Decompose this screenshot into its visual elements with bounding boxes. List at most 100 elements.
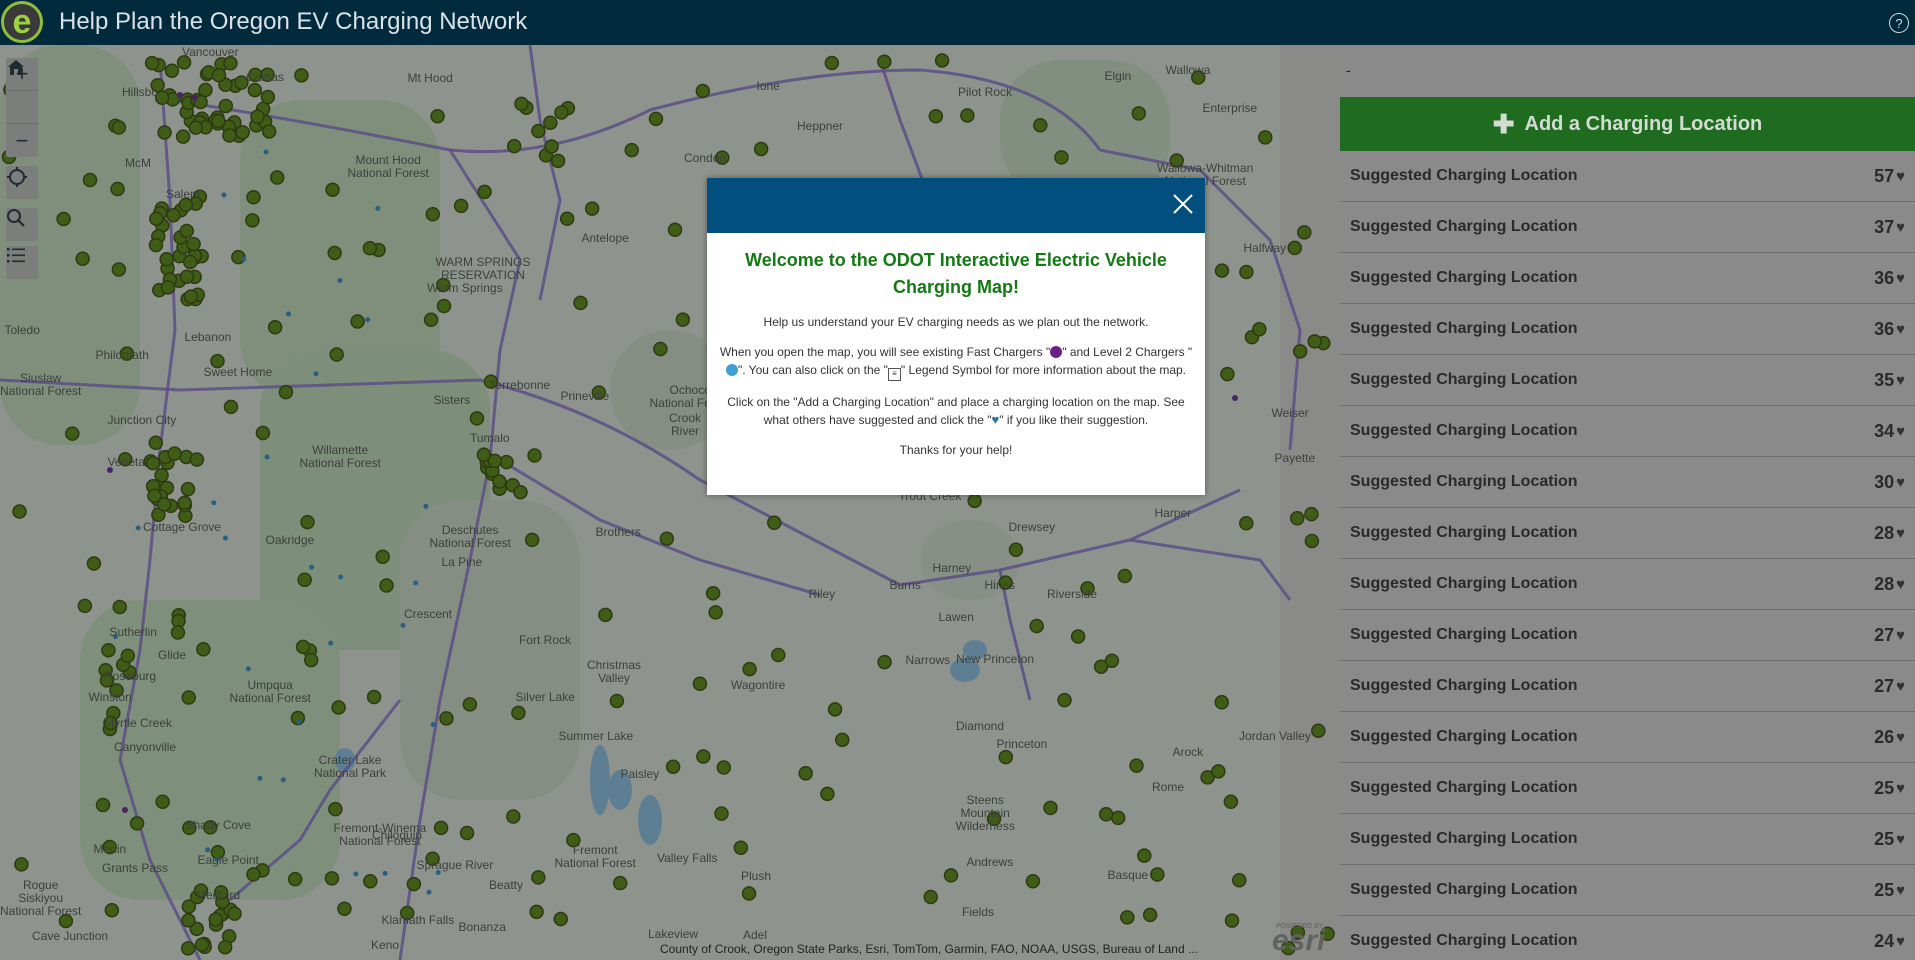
- suggestion-list-item[interactable]: Suggested Charging Location 36 ♥: [1340, 304, 1915, 355]
- charger-marker: [183, 289, 199, 304]
- fast-charger-dot: [122, 807, 128, 813]
- level2-charger-dot: [241, 256, 247, 262]
- suggestion-list-item[interactable]: Suggested Charging Location 34 ♥: [1340, 406, 1915, 457]
- heart-icon[interactable]: ♥: [1896, 423, 1905, 440]
- map-place-label: Toledo: [4, 323, 40, 337]
- add-button-label: Add a Charging Location: [1524, 112, 1763, 135]
- heart-icon[interactable]: ♥: [1896, 882, 1905, 899]
- charger-marker: [1311, 723, 1326, 738]
- map-place-label: Hines: [984, 578, 1016, 592]
- map-place-label: Riverside: [1047, 587, 1098, 601]
- map-place-label: Valley Falls: [657, 851, 718, 865]
- heart-icon[interactable]: ♥: [1896, 576, 1905, 593]
- heart-icon[interactable]: ♥: [1896, 627, 1905, 644]
- charger-marker: [154, 467, 169, 483]
- charger-marker: [425, 206, 441, 222]
- charger-marker: [363, 874, 378, 889]
- map-place-label: Klamath Falls: [381, 913, 455, 927]
- locate-icon[interactable]: [6, 166, 38, 199]
- charger-marker: [609, 693, 625, 709]
- map-place-label: Weiser: [1271, 406, 1309, 420]
- charger-marker: [149, 211, 164, 226]
- suggestion-list-item[interactable]: Suggested Charging Location 27 ♥: [1340, 610, 1915, 661]
- charger-marker: [1239, 264, 1254, 280]
- heart-icon[interactable]: ♥: [1896, 729, 1905, 746]
- charger-marker: [1098, 807, 1114, 822]
- charger-marker: [112, 599, 127, 615]
- suggestion-list-item[interactable]: Suggested Charging Location 26 ♥: [1340, 712, 1915, 763]
- charger-marker: [120, 648, 136, 664]
- logo-letter: e: [12, 3, 32, 41]
- heart-icon[interactable]: ♥: [1896, 372, 1905, 389]
- charger-marker: [1054, 150, 1069, 165]
- suggestion-list-item[interactable]: Suggested Charging Location 25 ♥: [1340, 814, 1915, 865]
- map-place-label: Lawen: [938, 610, 974, 624]
- heart-icon[interactable]: ♥: [1896, 831, 1905, 848]
- charger-marker: [648, 111, 664, 127]
- charger-marker: [1110, 810, 1126, 826]
- charger-marker: [170, 625, 186, 640]
- heart-icon[interactable]: ♥: [1896, 780, 1905, 797]
- vote-count: 35 ♥: [1874, 370, 1905, 391]
- suggestion-label: Suggested Charging Location: [1350, 320, 1578, 337]
- map-place-label: Sprague River: [416, 858, 494, 872]
- map-place-label: Salem: [166, 187, 201, 201]
- charger-marker: [798, 766, 813, 781]
- charger-marker: [1142, 907, 1158, 923]
- close-icon[interactable]: [1171, 192, 1195, 216]
- vote-count: 25 ♥: [1874, 880, 1905, 901]
- suggestion-list-item[interactable]: Suggested Charging Location 25 ♥: [1340, 865, 1915, 916]
- map-place-label: Hillsbo: [122, 85, 159, 99]
- vote-count: 24 ♥: [1874, 931, 1905, 952]
- vote-number: 27: [1874, 624, 1895, 645]
- heart-icon[interactable]: ♥: [1896, 168, 1905, 185]
- help-icon[interactable]: ?: [1889, 13, 1909, 33]
- level2-charger-dot: [426, 889, 432, 895]
- charger-marker: [1093, 659, 1109, 674]
- add-charging-location-button[interactable]: ✚ Add a Charging Location: [1340, 97, 1915, 151]
- charger-marker: [217, 939, 233, 955]
- charger-marker: [159, 252, 174, 267]
- legend-list-icon[interactable]: [6, 246, 38, 279]
- home-icon[interactable]: [6, 60, 38, 124]
- level2-charger-dot: [245, 666, 251, 672]
- charger-marker: [877, 54, 892, 70]
- charger-marker: [477, 184, 492, 200]
- level2-charger-dot: [205, 847, 211, 853]
- suggestion-list-item[interactable]: Suggested Charging Location 35 ♥: [1340, 355, 1915, 406]
- charger-marker: [716, 760, 732, 775]
- charger-marker: [65, 426, 80, 441]
- suggestion-list-item[interactable]: Suggested Charging Location 28 ♥: [1340, 559, 1915, 610]
- charger-marker: [1131, 106, 1147, 121]
- suggestion-list-item[interactable]: Suggested Charging Location 28 ♥: [1340, 508, 1915, 559]
- map-place-label: Crook River: [669, 411, 702, 438]
- charger-marker: [111, 262, 127, 277]
- charger-marker: [544, 139, 559, 154]
- charger-marker: [1214, 695, 1230, 710]
- heart-icon[interactable]: ♥: [1896, 525, 1905, 542]
- charger-marker: [1129, 758, 1144, 773]
- heart-icon[interactable]: ♥: [1896, 474, 1905, 491]
- suggestion-list-item[interactable]: Suggested Charging Location 25 ♥: [1340, 763, 1915, 814]
- map-attribution: County of Crook, Oregon State Parks, Esr…: [660, 942, 1198, 956]
- suggestion-list-item[interactable]: Suggested Charging Location 24 ♥: [1340, 916, 1915, 960]
- heart-icon[interactable]: ♥: [1896, 270, 1905, 287]
- search-icon[interactable]: [6, 208, 38, 241]
- zoom-out-icon[interactable]: −: [6, 124, 38, 157]
- map-place-label: Siuslaw National Forest: [0, 371, 82, 398]
- heart-icon[interactable]: ♥: [1896, 678, 1905, 695]
- welcome-modal: Welcome to the ODOT Interactive Electric…: [707, 178, 1205, 495]
- map-place-label: Brothers: [595, 525, 641, 539]
- suggestion-list-item[interactable]: Suggested Charging Location 57 ♥: [1340, 151, 1915, 202]
- charger-marker: [222, 128, 237, 143]
- heart-icon[interactable]: ♥: [1896, 219, 1905, 236]
- charger-marker: [406, 876, 422, 892]
- suggestion-list-item[interactable]: Suggested Charging Location 37 ♥: [1340, 202, 1915, 253]
- charger-marker: [337, 901, 352, 916]
- heart-icon[interactable]: ♥: [1896, 933, 1905, 950]
- heart-icon[interactable]: ♥: [1896, 321, 1905, 338]
- suggestion-list-item[interactable]: Suggested Charging Location 27 ♥: [1340, 661, 1915, 712]
- suggestion-list-item[interactable]: Suggested Charging Location 30 ♥: [1340, 457, 1915, 508]
- level2-charger-dot: [413, 580, 419, 586]
- suggestion-list-item[interactable]: Suggested Charging Location 36 ♥: [1340, 253, 1915, 304]
